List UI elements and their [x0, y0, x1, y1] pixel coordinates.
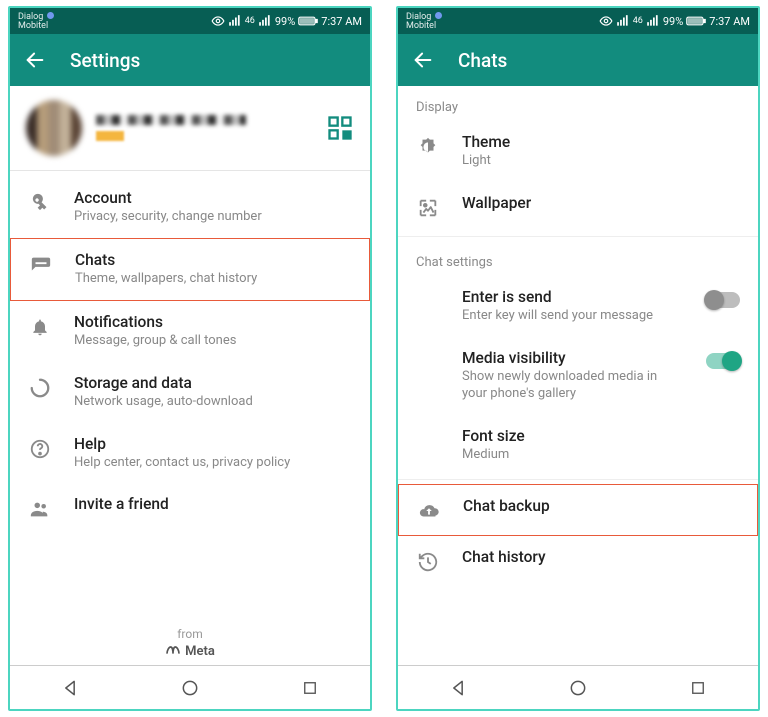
item-sub: Help center, contact us, privacy policy — [74, 455, 352, 472]
item-sub: Enter key will send your message — [462, 308, 684, 325]
help-icon — [28, 437, 52, 461]
history-icon — [416, 550, 440, 574]
meta-logo: Meta — [165, 643, 215, 659]
footer-meta: from Meta — [10, 619, 370, 665]
item-title: Wallpaper — [462, 194, 740, 212]
avatar — [26, 100, 82, 156]
chats-item-backup[interactable]: Chat backup — [398, 484, 758, 536]
app-bar: Chats — [398, 34, 758, 86]
item-sub: Medium — [462, 447, 740, 464]
carrier-label: Dialog Mobitel — [406, 12, 442, 31]
item-title: Theme — [462, 133, 740, 151]
from-label: from — [177, 627, 203, 641]
time-label: 7:37 AM — [321, 15, 362, 28]
battery-icon — [686, 15, 706, 27]
item-sub: Theme, wallpapers, chat history — [75, 271, 351, 288]
divider — [398, 479, 758, 480]
nav-home[interactable] — [177, 675, 203, 701]
nav-recent[interactable] — [685, 675, 711, 701]
wallpaper-icon — [416, 196, 440, 220]
profile-status-blurred — [96, 131, 124, 141]
toggle-media-visibility[interactable] — [706, 353, 740, 369]
item-sub: Privacy, security, change number — [74, 209, 352, 226]
cloud-upload-icon — [417, 499, 441, 523]
divider — [398, 236, 758, 237]
battery-icon — [298, 15, 318, 27]
status-bar: Dialog Mobitel 46 99% 7:37 AM — [10, 8, 370, 34]
status-right: 46 99% 7:37 AM — [599, 14, 750, 28]
key-icon — [28, 191, 52, 215]
item-title: Enter is send — [462, 288, 684, 306]
item-sub: Message, group & call tones — [74, 333, 352, 350]
eye-icon — [599, 14, 613, 28]
app-bar: Settings — [10, 34, 370, 86]
nav-home[interactable] — [565, 675, 591, 701]
page-title: Chats — [458, 49, 507, 72]
profile-row[interactable] — [10, 86, 370, 171]
eye-icon — [211, 14, 225, 28]
item-title: Invite a friend — [74, 495, 352, 513]
settings-item-help[interactable]: Help Help center, contact us, privacy po… — [10, 423, 370, 484]
item-sub: Show newly downloaded media in your phon… — [462, 369, 684, 403]
status-bar: Dialog Mobitel 46 99% 7:37 AM — [398, 8, 758, 34]
phone-settings: Dialog Mobitel 46 99% 7:37 AM Settings — [8, 6, 372, 711]
section-chat-settings: Chat settings — [398, 241, 758, 276]
item-title: Account — [74, 189, 352, 207]
nav-recent[interactable] — [297, 675, 323, 701]
chats-item-theme[interactable]: Theme Light — [398, 121, 758, 182]
item-title: Help — [74, 435, 352, 453]
dot-icon — [47, 12, 54, 19]
nav-back[interactable] — [445, 675, 471, 701]
net-label: 46 — [633, 16, 643, 26]
chats-item-history[interactable]: Chat history — [398, 536, 758, 586]
brightness-icon — [416, 135, 440, 159]
qr-code-button[interactable] — [326, 114, 354, 142]
item-sub: Network usage, auto-download — [74, 394, 352, 411]
section-display: Display — [398, 86, 758, 121]
chats-item-enter-send[interactable]: Enter is send Enter key will send your m… — [398, 276, 758, 337]
signal2-icon — [646, 14, 660, 28]
profile-name-blurred — [96, 115, 246, 125]
item-title: Chats — [75, 251, 351, 269]
item-title: Font size — [462, 427, 740, 445]
item-title: Chat backup — [463, 497, 739, 515]
settings-item-storage[interactable]: Storage and data Network usage, auto-dow… — [10, 362, 370, 423]
item-sub: Light — [462, 153, 740, 170]
chat-icon — [29, 253, 53, 277]
settings-item-account[interactable]: Account Privacy, security, change number — [10, 177, 370, 238]
phone-chats: Dialog Mobitel 46 99% 7:37 AM Chats Disp… — [396, 6, 760, 711]
carrier-label: Dialog Mobitel — [18, 12, 54, 31]
time-label: 7:37 AM — [709, 15, 750, 28]
settings-item-invite[interactable]: Invite a friend — [10, 483, 370, 533]
battery-text: 99% — [275, 15, 295, 28]
item-title: Chat history — [462, 548, 740, 566]
signal-icon — [616, 14, 630, 28]
back-button[interactable] — [24, 49, 46, 71]
chats-item-wallpaper[interactable]: Wallpaper — [398, 182, 758, 232]
back-button[interactable] — [412, 49, 434, 71]
page-title: Settings — [70, 49, 140, 72]
profile-name — [96, 115, 312, 141]
bell-icon — [28, 315, 52, 339]
status-right: 46 99% 7:37 AM — [211, 14, 362, 28]
chats-item-media-visibility[interactable]: Media visibility Show newly downloaded m… — [398, 337, 758, 415]
people-icon — [28, 497, 52, 521]
nav-back[interactable] — [57, 675, 83, 701]
android-navbar — [398, 665, 758, 709]
toggle-enter-send[interactable] — [706, 292, 740, 308]
chats-item-font-size[interactable]: Font size Medium — [398, 415, 758, 476]
settings-item-notifications[interactable]: Notifications Message, group & call tone… — [10, 301, 370, 362]
data-usage-icon — [28, 376, 52, 400]
item-title: Media visibility — [462, 349, 684, 367]
settings-item-chats[interactable]: Chats Theme, wallpapers, chat history — [10, 238, 370, 301]
signal2-icon — [258, 14, 272, 28]
net-label: 46 — [245, 16, 255, 26]
item-title: Notifications — [74, 313, 352, 331]
android-navbar — [10, 665, 370, 709]
signal-icon — [228, 14, 242, 28]
battery-text: 99% — [663, 15, 683, 28]
item-title: Storage and data — [74, 374, 352, 392]
dot-icon — [435, 12, 442, 19]
